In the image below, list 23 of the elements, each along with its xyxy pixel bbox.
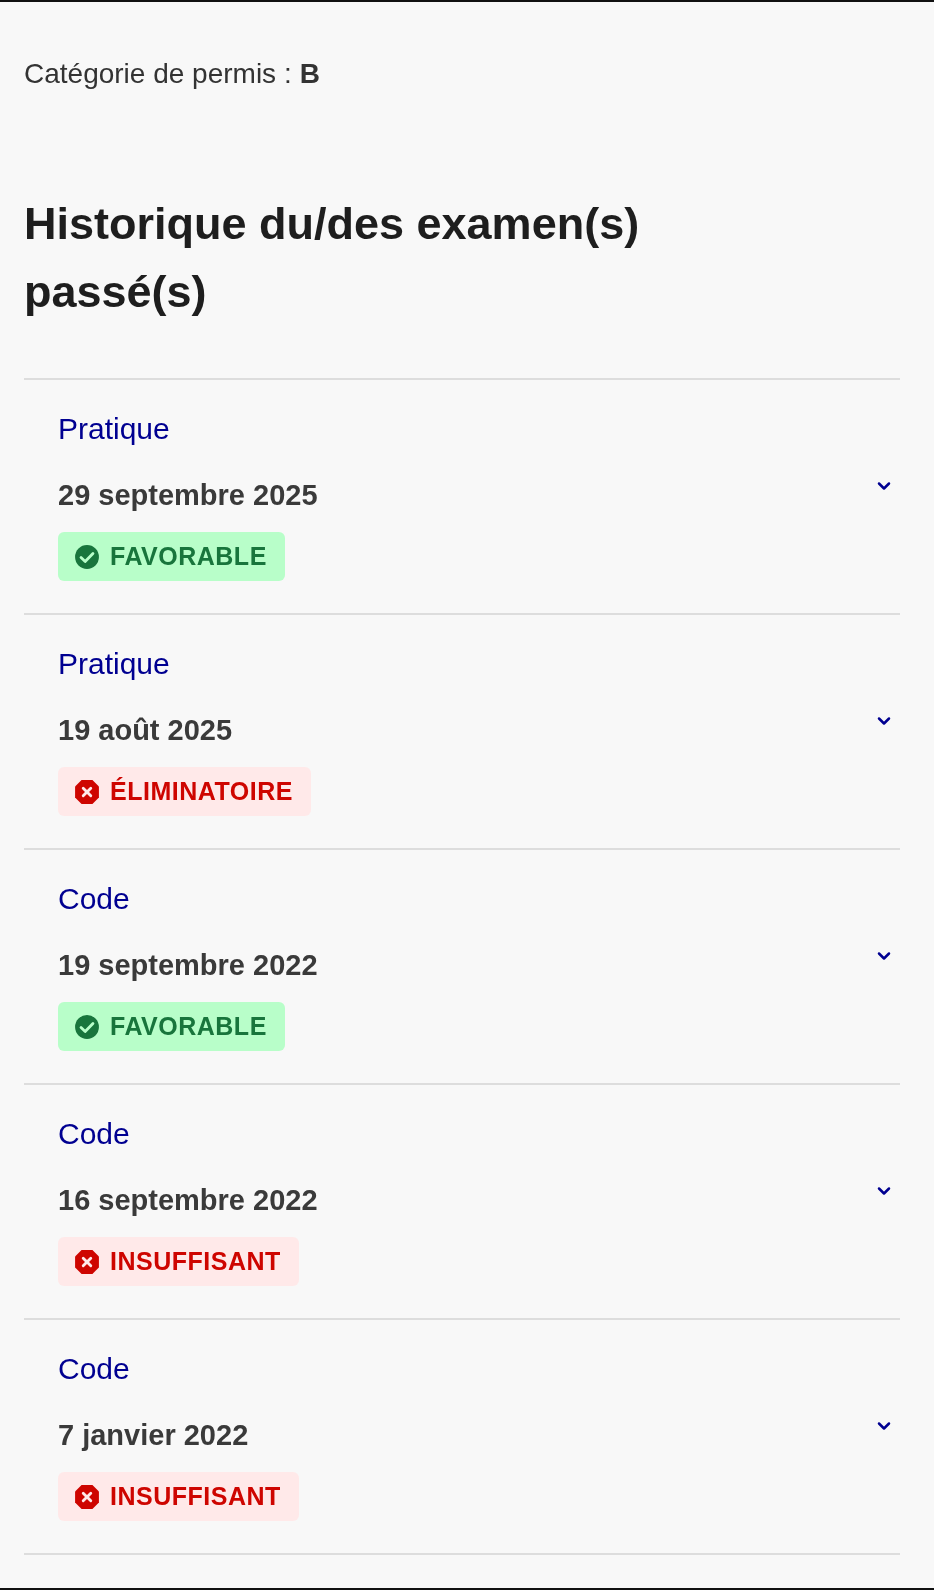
exam-date: 19 août 2025 xyxy=(58,713,234,748)
check-circle-icon xyxy=(74,1013,100,1040)
exam-date: 29 septembre 2025 xyxy=(58,478,318,513)
error-octagon-icon xyxy=(74,1248,100,1275)
exam-date: 19 septembre 2022 xyxy=(58,948,318,983)
exam-date: 16 septembre 2022 xyxy=(58,1183,318,1218)
error-octagon-icon xyxy=(74,1483,100,1510)
exam-type: Pratique xyxy=(58,646,171,682)
check-circle-icon xyxy=(74,543,100,570)
exam-date: 7 janvier 2022 xyxy=(58,1418,250,1453)
result-badge: FAVORABLE xyxy=(58,532,285,581)
result-badge: FAVORABLE xyxy=(58,1002,285,1051)
exam-type: Pratique xyxy=(58,411,171,447)
result-badge: ÉLIMINATOIRE xyxy=(58,767,311,816)
category-label: Catégorie de permis : xyxy=(24,58,292,90)
exam-type: Code xyxy=(58,1116,131,1152)
exam-type: Code xyxy=(58,1351,131,1387)
result-badge: INSUFFISANT xyxy=(58,1237,299,1286)
result-badge: INSUFFISANT xyxy=(58,1472,299,1521)
section-heading: Historique du/des examen(s) passé(s) xyxy=(24,197,641,319)
error-octagon-icon xyxy=(74,778,100,805)
category-value: B xyxy=(299,58,320,90)
exam-type: Code xyxy=(58,881,131,917)
